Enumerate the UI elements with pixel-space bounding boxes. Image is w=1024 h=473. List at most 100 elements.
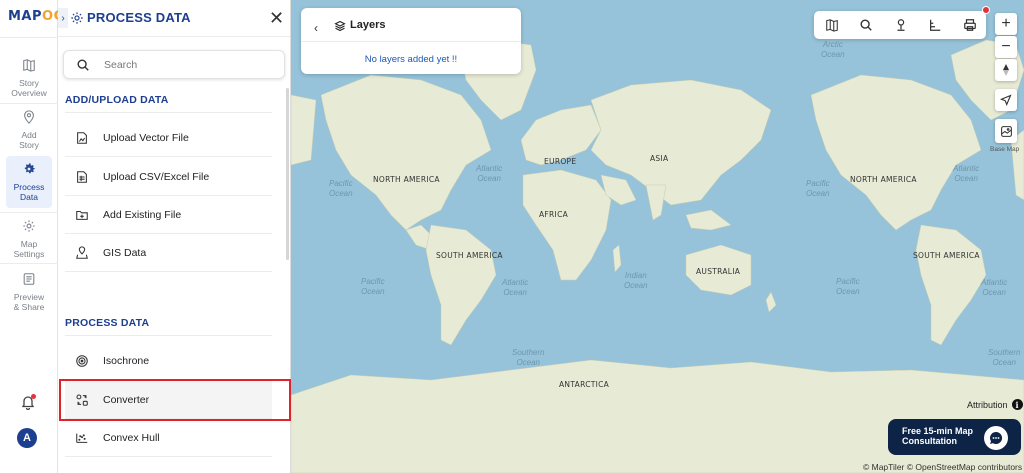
panel-title: PROCESS DATA (87, 10, 191, 25)
settings-icon (23, 220, 35, 232)
attribution-label: Attribution (967, 399, 1008, 410)
section-title-process-data: PROCESS DATA (65, 317, 150, 329)
ocean-label: Atlantic Ocean (502, 278, 529, 297)
location-icon[interactable] (894, 18, 908, 32)
plus-icon: + (1001, 15, 1011, 32)
continent-label: SOUTH AMERICA (913, 251, 980, 260)
continent-label: ASIA (650, 154, 669, 163)
menu-item-gis-data[interactable]: GIS Data (65, 234, 272, 272)
layers-title: Layers (350, 19, 386, 31)
minus-icon: − (1001, 38, 1011, 55)
menu-item-label: Convex Hull (103, 431, 160, 444)
ocean-label: Atlantic Ocean (953, 164, 980, 183)
menu-item-upload-vector-file[interactable]: Upload Vector File (65, 119, 272, 157)
rail-label: Process Data (13, 182, 45, 202)
print-icon[interactable] (963, 18, 977, 32)
menu-item-label: GIS Data (103, 246, 147, 259)
map-copyright: © MapTiler © OpenStreetMap contributors (863, 462, 1023, 472)
gis-data-icon (76, 245, 88, 259)
consultation-label: Free 15-min Map Consultation (902, 426, 974, 446)
expand-sidebar-button[interactable]: › (58, 8, 68, 28)
location-pin-icon (24, 110, 34, 124)
continent-label: AUSTRALIA (696, 267, 741, 276)
locate-button[interactable] (995, 89, 1017, 111)
navigate-icon (1000, 94, 1012, 106)
avatar[interactable]: A (17, 428, 37, 448)
rail-divider (0, 37, 58, 38)
preview-icon (23, 273, 35, 285)
chevron-right-icon: › (61, 12, 65, 24)
converter-highlight-box (59, 379, 291, 421)
search-icon (77, 59, 89, 71)
upload-vector-icon (77, 131, 87, 144)
search-box[interactable] (63, 50, 285, 79)
attribution-toggle[interactable]: Attribution i (967, 399, 1023, 410)
ocean-label: Pacific Ocean (361, 277, 385, 296)
continent-label: EUROPE (544, 157, 577, 166)
panel-header: › PROCESS DATA ✕ (58, 0, 290, 37)
ocean-label: Atlantic Ocean (476, 164, 503, 183)
rail-label: Add Story (19, 130, 39, 150)
zoom-out-button[interactable]: − (995, 36, 1017, 58)
ocean-label: Atlantic Ocean (981, 278, 1008, 297)
menu-item-upload-csv-excel[interactable]: Upload CSV/Excel File (65, 158, 272, 196)
rail-item-preview-share[interactable]: Preview & Share (0, 258, 58, 326)
basemap-icon (1000, 125, 1012, 137)
menu-item-label: Upload Vector File (103, 131, 189, 144)
ocean-label: Pacific Ocean (836, 277, 860, 296)
menu-item-label: Add Existing File (103, 208, 182, 221)
csv-file-icon (77, 170, 87, 183)
layers-icon (334, 20, 346, 32)
isochrone-icon (76, 354, 88, 367)
layers-card: ‹ Layers No layers added yet !! (301, 8, 521, 74)
compass-icon (1003, 64, 1009, 76)
folder-plus-icon (76, 210, 88, 220)
info-icon: i (1011, 399, 1023, 410)
layers-divider (301, 41, 521, 42)
continent-label: SOUTH AMERICA (436, 251, 503, 260)
continent-label: NORTH AMERICA (850, 175, 917, 184)
map-view-icon[interactable] (825, 18, 839, 32)
gear-icon (71, 12, 83, 24)
convex-hull-icon (76, 433, 88, 443)
continent-label: ANTARCTICA (559, 380, 610, 389)
rail-label: Preview & Share (13, 292, 45, 312)
compass-button[interactable] (995, 59, 1017, 81)
logo-text: MAP (8, 9, 43, 24)
gear-icon (24, 163, 35, 174)
ocean-label: Pacific Ocean (806, 179, 830, 198)
mapog-logo[interactable]: MAPOG (8, 9, 65, 24)
chat-icon[interactable] (984, 426, 1008, 450)
ocean-label: Indian Ocean (624, 271, 648, 290)
consultation-button[interactable]: Free 15-min Map Consultation (888, 419, 1021, 455)
ocean-label: Southern Ocean (988, 348, 1021, 367)
rail-item-process-data[interactable]: Process Data (6, 156, 52, 208)
continent-label: AFRICA (539, 210, 569, 219)
section-title-add-upload: ADD/UPLOAD DATA (65, 94, 169, 106)
section-divider (65, 335, 272, 336)
map-toolbar (814, 11, 986, 39)
panel-scrollbar[interactable] (286, 88, 289, 260)
menu-item-convex-hull[interactable]: Convex Hull (65, 419, 272, 457)
search-input[interactable] (104, 57, 274, 73)
menu-item-label: Upload CSV/Excel File (103, 170, 210, 183)
close-icon[interactable]: ✕ (269, 9, 284, 27)
book-map-icon (23, 59, 35, 72)
measure-icon[interactable] (928, 18, 942, 32)
section-divider (65, 112, 272, 113)
search-icon[interactable] (859, 18, 873, 32)
menu-item-isochrone[interactable]: Isochrone (65, 342, 272, 380)
ocean-label: Southern Ocean (512, 348, 545, 367)
basemap-button[interactable] (995, 119, 1017, 143)
zoom-in-button[interactable]: + (995, 13, 1017, 35)
menu-item-add-existing-file[interactable]: Add Existing File (65, 196, 272, 234)
notification-dot (31, 394, 36, 399)
basemap-label: Base Map (990, 146, 1020, 153)
map-canvas[interactable]: NORTH AMERICA EUROPE ASIA AFRICA SOUTH A… (291, 0, 1024, 473)
rail-item-add-story[interactable]: Add Story (0, 96, 58, 164)
chevron-left-icon[interactable]: ‹ (314, 21, 318, 35)
ocean-label: Arctic Ocean (821, 40, 845, 59)
notification-dot (982, 6, 990, 14)
rail-label: Story Overview (11, 78, 47, 98)
menu-item-label: Isochrone (103, 354, 150, 367)
